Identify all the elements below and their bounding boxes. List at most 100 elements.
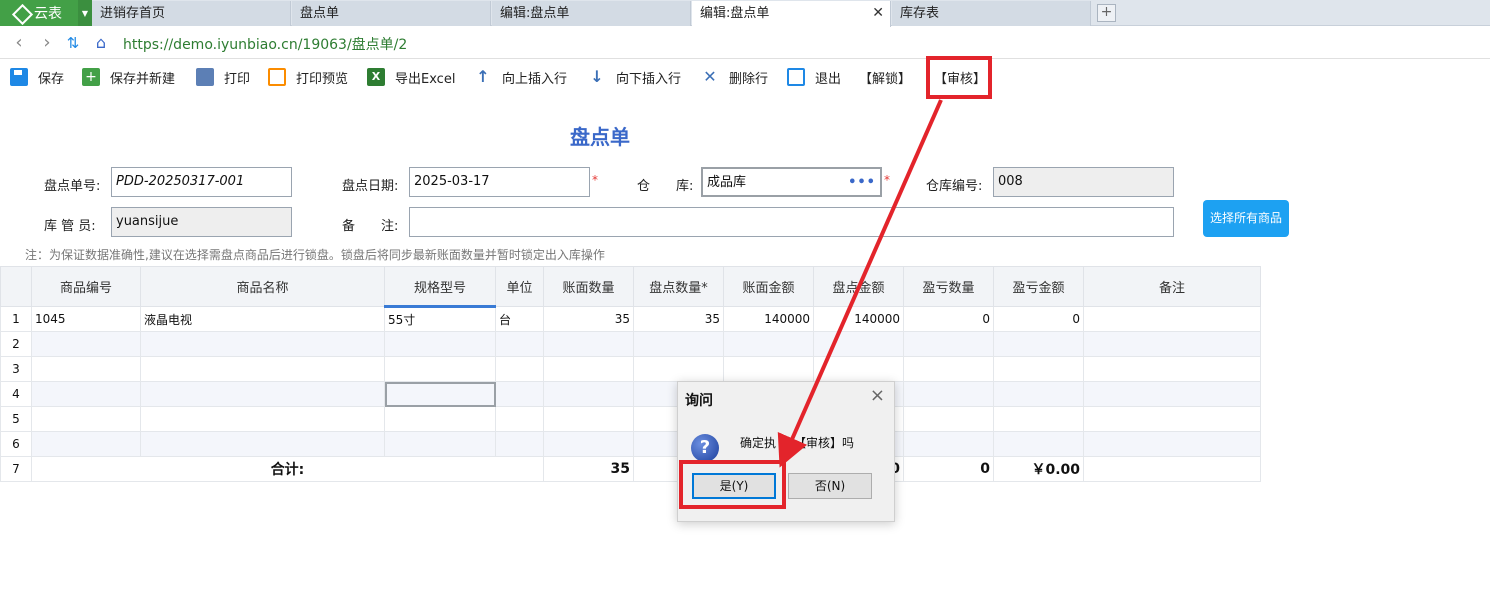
more-options-icon[interactable]: •••: [848, 169, 876, 197]
table-cell[interactable]: [903, 381, 994, 407]
table-cell[interactable]: [543, 406, 634, 432]
print-preview-button[interactable]: 打印预览: [268, 67, 348, 87]
save-button[interactable]: 保存: [10, 67, 64, 87]
delete-row-button[interactable]: ✕ 删除行: [701, 67, 768, 87]
column-header[interactable]: 盈亏数量: [903, 266, 994, 307]
export-excel-button[interactable]: X 导出Excel: [367, 67, 455, 87]
table-cell[interactable]: [140, 431, 385, 457]
url-text[interactable]: https://demo.iyunbiao.cn/19063/盘点单/2: [123, 34, 407, 54]
tab-home[interactable]: 进销存首页: [92, 1, 291, 26]
table-cell[interactable]: [1083, 306, 1261, 332]
print-button[interactable]: 打印: [196, 67, 250, 87]
remark-field[interactable]: [409, 207, 1174, 237]
column-header[interactable]: 单位: [495, 266, 544, 307]
table-cell[interactable]: [993, 406, 1084, 432]
column-header[interactable]: 盘点数量*: [633, 266, 724, 307]
table-cell[interactable]: [903, 406, 994, 432]
table-cell[interactable]: [1083, 431, 1261, 457]
table-cell[interactable]: [543, 431, 634, 457]
table-cell[interactable]: [495, 356, 544, 382]
refresh-icon[interactable]: ⇅: [63, 33, 83, 53]
table-cell[interactable]: [903, 331, 994, 357]
forward-icon[interactable]: ›: [37, 33, 57, 53]
table-cell[interactable]: 0: [993, 306, 1084, 332]
close-icon[interactable]: ×: [870, 385, 885, 406]
table-cell[interactable]: [140, 406, 385, 432]
table-cell[interactable]: [31, 381, 141, 407]
table-cell[interactable]: [993, 356, 1084, 382]
column-header[interactable]: 账面金额: [723, 266, 814, 307]
table-cell[interactable]: [140, 356, 385, 382]
table-cell[interactable]: [140, 331, 385, 357]
table-cell[interactable]: [495, 406, 544, 432]
column-header[interactable]: 备注: [1083, 266, 1261, 307]
no-button[interactable]: 否(N): [788, 473, 872, 499]
table-cell[interactable]: [993, 381, 1084, 407]
table-cell[interactable]: [1083, 331, 1261, 357]
chevron-down-icon[interactable]: ▼: [78, 0, 92, 26]
table-cell[interactable]: [31, 331, 141, 357]
column-header[interactable]: 商品编号: [31, 266, 141, 307]
check-no-field[interactable]: PDD-20250317-001: [111, 167, 292, 197]
table-cell[interactable]: [543, 356, 634, 382]
table-cell[interactable]: [903, 356, 994, 382]
table-cell[interactable]: 0: [903, 306, 994, 332]
keeper-field[interactable]: yuansijue: [111, 207, 292, 237]
table-cell[interactable]: [993, 331, 1084, 357]
table-cell[interactable]: [723, 331, 814, 357]
table-cell[interactable]: 液晶电视: [140, 306, 385, 332]
table-cell[interactable]: [31, 356, 141, 382]
table-cell[interactable]: 35: [633, 306, 724, 332]
table-cell[interactable]: [140, 381, 385, 407]
table-cell[interactable]: [1083, 381, 1261, 407]
table-cell[interactable]: [813, 331, 904, 357]
unlock-button[interactable]: 【解锁】: [859, 67, 911, 87]
table-cell[interactable]: [384, 331, 496, 357]
table-cell[interactable]: 1045: [31, 306, 141, 332]
column-header[interactable]: 商品名称: [140, 266, 385, 307]
table-cell[interactable]: [903, 431, 994, 457]
table-cell[interactable]: 140000: [813, 306, 904, 332]
table-cell[interactable]: [993, 431, 1084, 457]
table-cell[interactable]: 台: [495, 306, 544, 332]
column-header[interactable]: 账面数量: [543, 266, 634, 307]
app-brand[interactable]: 云表 ▼: [0, 0, 92, 26]
table-cell[interactable]: [31, 406, 141, 432]
table-cell[interactable]: 35: [543, 306, 634, 332]
table-cell[interactable]: [723, 356, 814, 382]
table-cell[interactable]: 140000: [723, 306, 814, 332]
table-cell[interactable]: [633, 356, 724, 382]
table-cell[interactable]: [1083, 356, 1261, 382]
table-cell[interactable]: [813, 356, 904, 382]
tab-edit-check-2[interactable]: 编辑:盘点单 ✕: [692, 1, 891, 27]
selected-cell[interactable]: [384, 381, 496, 407]
table-cell[interactable]: [384, 406, 496, 432]
table-cell[interactable]: [495, 381, 544, 407]
tab-inventory-check[interactable]: 盘点单: [292, 1, 491, 26]
save-and-new-button[interactable]: + 保存并新建: [82, 67, 175, 87]
select-all-products-button[interactable]: 选择所有商品: [1203, 200, 1289, 237]
table-cell[interactable]: [633, 331, 724, 357]
check-date-field[interactable]: 2025-03-17: [409, 167, 590, 197]
table-cell[interactable]: [384, 356, 496, 382]
column-header[interactable]: 盘点金额: [813, 266, 904, 307]
insert-row-below-button[interactable]: ↓ 向下插入行: [588, 67, 681, 87]
column-header[interactable]: 盈亏金额: [993, 266, 1084, 307]
table-cell[interactable]: 55寸: [384, 306, 496, 332]
exit-button[interactable]: 退出: [787, 67, 841, 87]
table-cell[interactable]: [384, 431, 496, 457]
table-cell[interactable]: [1083, 406, 1261, 432]
table-cell[interactable]: [543, 331, 634, 357]
table-cell[interactable]: [495, 431, 544, 457]
warehouse-code-field[interactable]: 008: [993, 167, 1174, 197]
home-icon[interactable]: ⌂: [91, 33, 111, 53]
back-icon[interactable]: ‹: [9, 33, 29, 53]
column-header[interactable]: 规格型号: [384, 266, 496, 308]
insert-row-above-button[interactable]: ↑ 向上插入行: [474, 67, 567, 87]
tab-edit-check-1[interactable]: 编辑:盘点单: [492, 1, 691, 26]
table-cell[interactable]: [495, 331, 544, 357]
tab-stock-table[interactable]: 库存表: [892, 1, 1091, 26]
add-tab-icon[interactable]: +: [1097, 4, 1116, 22]
close-icon[interactable]: ✕: [872, 1, 884, 26]
table-cell[interactable]: [543, 381, 634, 407]
